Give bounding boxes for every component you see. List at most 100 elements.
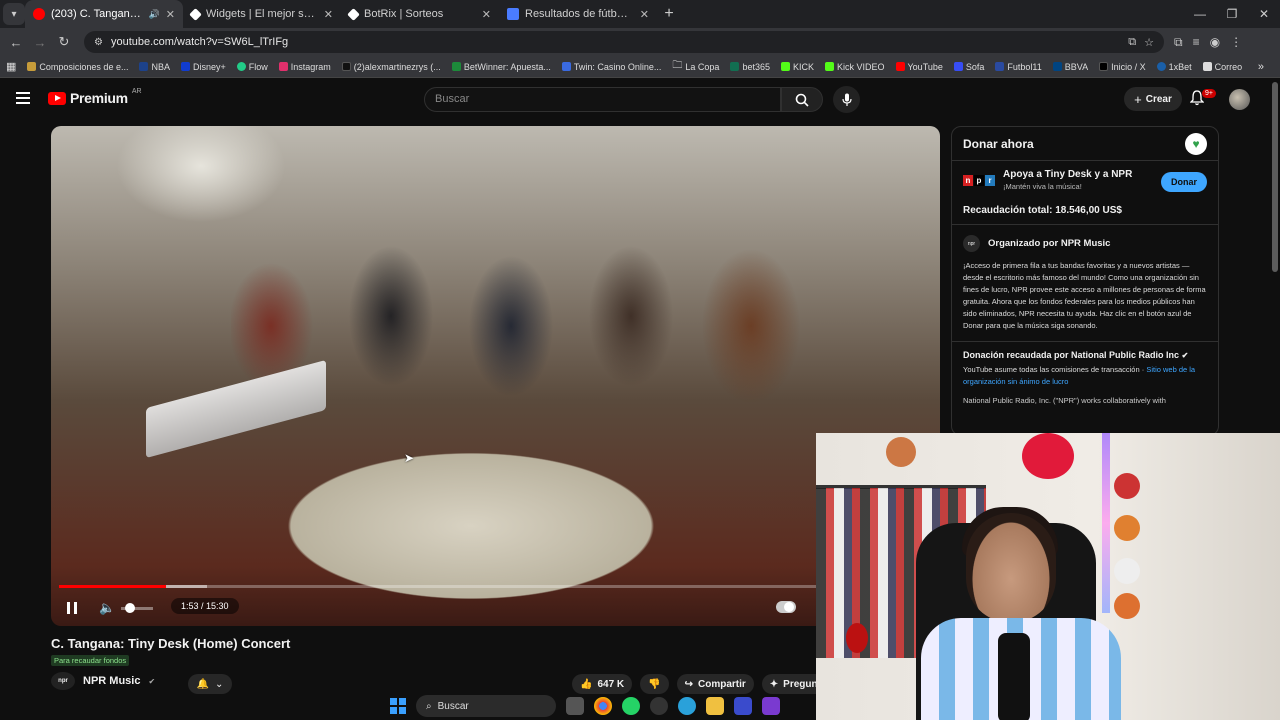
forward-icon[interactable]: →: [28, 35, 52, 50]
bookmark-item[interactable]: Futbol11: [995, 62, 1042, 72]
obs-icon[interactable]: [650, 697, 668, 715]
mouse-cursor-icon: ➤: [404, 451, 415, 465]
pause-icon[interactable]: [67, 602, 77, 614]
media-controls-icon[interactable]: ≡: [1193, 35, 1200, 50]
bookmark-item[interactable]: BetWinner: Apuesta...: [451, 62, 551, 72]
bookmark-star-icon[interactable]: ☆: [1144, 36, 1154, 49]
taskbar-search[interactable]: ⌕ Buscar: [416, 695, 556, 717]
close-tab-icon[interactable]: ✕: [324, 8, 333, 21]
ball: [1114, 473, 1140, 499]
hamburger-menu-icon[interactable]: [16, 92, 30, 104]
dislike-button[interactable]: 👎: [640, 674, 669, 694]
close-tab-icon[interactable]: ✕: [482, 8, 491, 21]
thumbs-up-icon: 👍: [580, 678, 593, 690]
volume-icon[interactable]: 🔈: [99, 600, 115, 616]
channel-name[interactable]: NPR Music: [83, 675, 140, 687]
window-controls: — ❐ ✕: [1184, 0, 1280, 28]
bookmark-item[interactable]: Twin: Casino Online...: [561, 61, 662, 72]
region-code: AR: [131, 87, 142, 95]
close-tab-icon[interactable]: ✕: [640, 8, 649, 21]
organizer-description: ¡Acceso de primera fila a tus bandas fav…: [952, 252, 1218, 342]
speaker-icon[interactable]: 🔊: [149, 9, 160, 20]
bookmark-item[interactable]: NBA: [139, 62, 170, 72]
youtube-premium-logo[interactable]: Premium AR: [48, 87, 142, 106]
npr-channel-avatar[interactable]: npr: [51, 672, 75, 690]
app-icon[interactable]: [734, 697, 752, 715]
bookmark-item[interactable]: 1xBet: [1156, 62, 1192, 72]
new-tab-button[interactable]: +: [657, 5, 681, 23]
whatsapp-icon[interactable]: [622, 697, 640, 715]
maximize-icon[interactable]: ❐: [1216, 0, 1248, 28]
bookmark-item[interactable]: Inicio / X: [1099, 62, 1146, 72]
page-scrollbar[interactable]: [1272, 82, 1278, 272]
youtube-play-icon: [48, 91, 66, 105]
site-info-icon[interactable]: ⚙: [94, 37, 103, 48]
subscription-bell-button[interactable]: 🔔 ⌄: [188, 674, 232, 694]
bookmark-item[interactable]: 🗀 La Copa: [672, 58, 719, 75]
bookmark-item[interactable]: BBVA: [1052, 62, 1088, 72]
tab-widgets[interactable]: Widgets | El mejor software para ✕: [183, 0, 341, 28]
extensions-icon[interactable]: ⧉: [1174, 35, 1183, 50]
bookmark-item[interactable]: YouTube: [895, 62, 943, 72]
like-button[interactable]: 👍 647 K: [572, 674, 633, 694]
webcam-overlay: [816, 433, 1280, 720]
create-button[interactable]: + Crear: [1124, 87, 1182, 111]
tab-youtube[interactable]: (203) C. Tangana: Tiny Desk 🔊 ✕: [25, 0, 183, 28]
menu-icon[interactable]: ⋮: [1230, 35, 1242, 50]
bookmark-item[interactable]: KICK: [780, 61, 814, 72]
bookmark-item[interactable]: Disney+: [180, 62, 226, 72]
windows-start-icon[interactable]: [390, 698, 406, 714]
volume-knob[interactable]: [125, 603, 135, 613]
bookmark-item[interactable]: Flow: [236, 61, 268, 72]
tab-resultados[interactable]: Resultados de fútbol en directo ✕: [499, 0, 657, 28]
url-text[interactable]: youtube.com/watch?v=SW6L_lTrIFg: [111, 36, 1120, 48]
bookmark-item[interactable]: Correo: [1202, 62, 1242, 72]
more-bookmarks-icon[interactable]: »: [1258, 61, 1264, 73]
heart-icon: ♥: [1185, 132, 1207, 155]
share-button[interactable]: ↪ Compartir: [676, 674, 754, 694]
bookmark-item[interactable]: Instagram: [278, 62, 331, 72]
bookmark-label: Flow: [248, 61, 268, 72]
profile-icon[interactable]: ◉: [1210, 35, 1220, 50]
tab-search-button[interactable]: ▾: [3, 3, 25, 25]
red-object: [846, 623, 868, 653]
video-player[interactable]: ➤ 🔈 1:53 / 15:30: [51, 126, 940, 626]
file-explorer-icon[interactable]: [706, 697, 724, 715]
apps-grid-icon[interactable]: ▦: [6, 60, 16, 73]
search-input[interactable]: Buscar: [424, 87, 781, 112]
task-view-icon[interactable]: [566, 697, 584, 715]
windows-taskbar: ⌕ Buscar: [390, 692, 780, 720]
voice-search-button[interactable]: [833, 86, 860, 113]
bookmark-label: NBA: [151, 61, 170, 72]
chrome-icon[interactable]: [594, 697, 612, 715]
reload-icon[interactable]: ↻: [52, 34, 76, 50]
back-icon[interactable]: ←: [4, 35, 28, 50]
install-app-icon[interactable]: ⧉: [1128, 36, 1136, 49]
time-display: 1:53 / 15:30: [171, 598, 239, 614]
wall-logo: [1022, 433, 1074, 479]
bookmark-item[interactable]: Kick VIDEO: [824, 62, 885, 72]
search-button[interactable]: [781, 87, 823, 112]
tab-botrix[interactable]: BotRix | Sorteos ✕: [341, 0, 499, 28]
bookmark-label: Twin: Casino Online...: [573, 61, 662, 72]
minimize-icon[interactable]: —: [1184, 0, 1216, 28]
address-bar[interactable]: ⚙ youtube.com/watch?v=SW6L_lTrIFg ⧉ ☆: [84, 31, 1164, 53]
donation-panel: Donar ahora ♥ npr Apoya a Tiny Desk y a …: [951, 126, 1219, 436]
telegram-icon[interactable]: [678, 697, 696, 715]
close-tab-icon[interactable]: ✕: [166, 8, 175, 21]
bookmark-item[interactable]: Sofa: [953, 62, 984, 72]
bookmarks-bar: ▦ Composiciones de e... NBA Disney+ Flow…: [0, 56, 1280, 78]
bookmark-item[interactable]: bet365: [730, 62, 770, 72]
close-window-icon[interactable]: ✕: [1248, 0, 1280, 28]
avatar[interactable]: [1229, 89, 1250, 110]
bookmark-item[interactable]: (2)alexmartinezrys (...: [341, 62, 441, 72]
resultados-favicon-icon: [507, 8, 519, 20]
progress-bar[interactable]: [59, 585, 932, 588]
fees-text: YouTube asume todas las comisiones de tr…: [963, 365, 1140, 374]
donate-button[interactable]: Donar: [1160, 172, 1207, 192]
twin-icon: [561, 62, 571, 71]
app-icon[interactable]: [762, 697, 780, 715]
autoplay-toggle[interactable]: [776, 601, 796, 613]
bookmark-item[interactable]: Composiciones de e...: [27, 62, 128, 72]
bookmark-label: KICK: [792, 61, 814, 72]
